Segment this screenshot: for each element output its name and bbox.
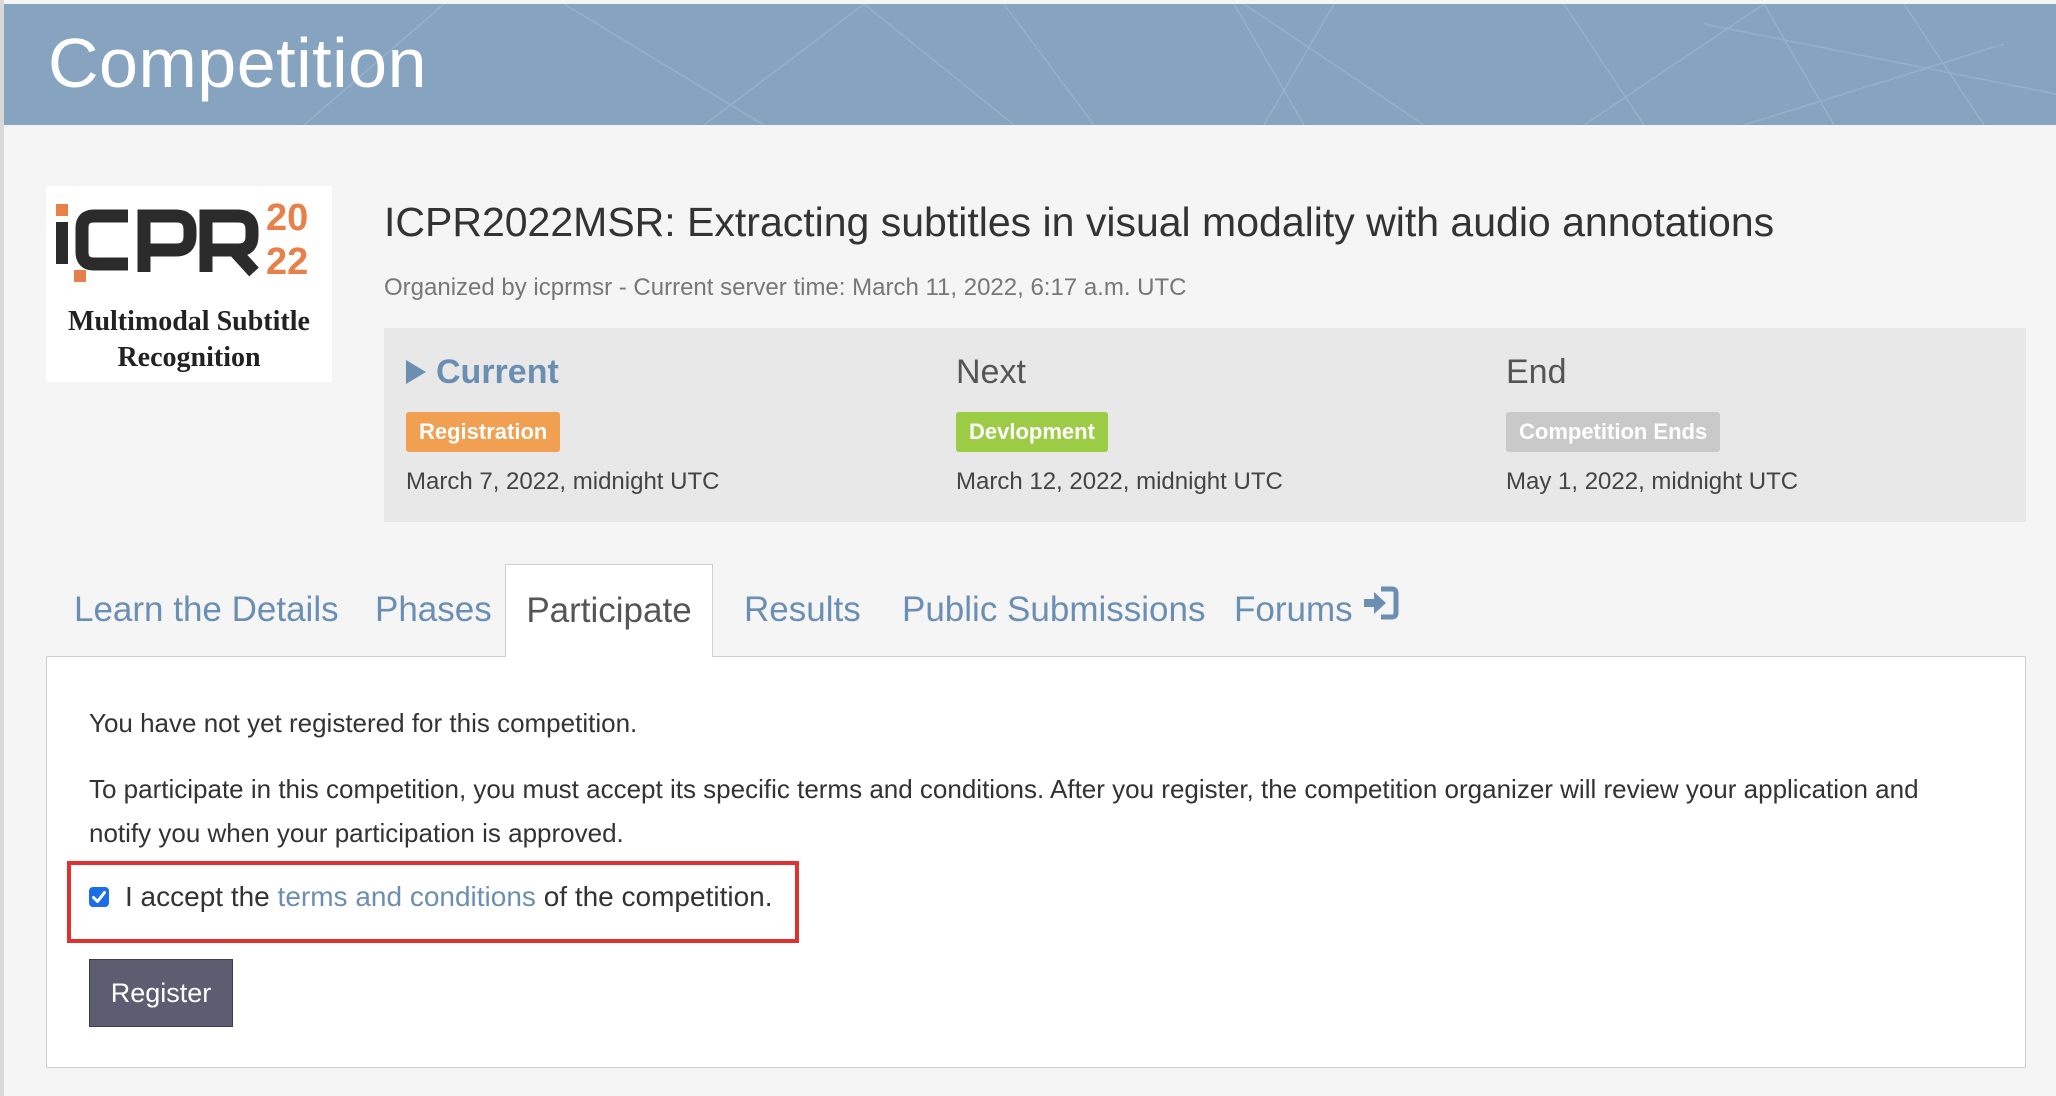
phase-next: Next Devlopment March 12, 2022, midnight… (934, 328, 1474, 522)
accept-terms-checkbox[interactable] (89, 887, 109, 907)
terms-instructions-text: To participate in this competition, you … (89, 774, 1919, 848)
tab-learn-the-details[interactable]: Learn the Details (74, 564, 339, 656)
page: Competition 20 22 Multimodal Subtitle Re… (0, 0, 2056, 1096)
phase-current: Current Registration March 7, 2022, midn… (384, 328, 924, 522)
phase-next-date: March 12, 2022, midnight UTC (956, 468, 1283, 495)
tab-forums[interactable]: Forums (1234, 564, 1399, 656)
accept-suffix: of the competition. (543, 881, 773, 912)
svg-text:20: 20 (266, 197, 308, 239)
play-triangle-icon (406, 360, 426, 384)
accept-terms-label: I accept the terms and conditions of the… (125, 875, 773, 919)
phases-summary: Current Registration March 7, 2022, midn… (384, 328, 2026, 522)
tab-forums-label: Forums (1234, 590, 1353, 629)
competition-title: ICPR2022MSR: Extracting subtitles in vis… (384, 199, 1775, 245)
page-title: Competition (48, 24, 428, 102)
phase-badge-competition-ends: Competition Ends (1506, 412, 1721, 452)
phase-end: End Competition Ends May 1, 2022, midnig… (1484, 328, 2024, 522)
header-banner: Competition (4, 4, 2056, 125)
phase-current-date: March 7, 2022, midnight UTC (406, 468, 720, 495)
participate-panel: You have not yet registered for this com… (46, 656, 2026, 1068)
phase-end-heading: End (1506, 353, 1567, 391)
register-button[interactable]: Register (89, 959, 233, 1027)
checkmark-icon (92, 891, 106, 903)
terms-and-conditions-link[interactable]: terms and conditions (278, 881, 536, 912)
tab-phases[interactable]: Phases (375, 564, 492, 656)
phase-badge-development: Devlopment (956, 412, 1108, 452)
phase-next-heading: Next (956, 353, 1026, 391)
phase-end-date: May 1, 2022, midnight UTC (1506, 468, 1799, 495)
competition-logo: 20 22 Multimodal Subtitle Recognition (46, 186, 332, 382)
icpr-logo-mark: 20 22 (56, 197, 308, 283)
logo-caption-line1: Multimodal Subtitle (68, 306, 310, 337)
window-edge (0, 0, 4, 1096)
registration-status-text: You have not yet registered for this com… (89, 708, 638, 738)
phase-current-heading: Current (406, 350, 559, 394)
tab-results[interactable]: Results (744, 564, 861, 656)
phase-badge-registration: Registration (406, 412, 561, 452)
svg-text:22: 22 (266, 241, 308, 283)
competition-meta: Organized by icprmsr - Current server ti… (384, 274, 1187, 301)
tab-participate[interactable]: Participate (505, 564, 713, 657)
accept-prefix: I accept the (125, 881, 270, 912)
sign-in-icon (1361, 563, 1399, 655)
logo-caption-line2: Recognition (117, 342, 261, 373)
tab-public-submissions[interactable]: Public Submissions (902, 564, 1205, 656)
logo-caption: Multimodal Subtitle Recognition (46, 304, 332, 376)
